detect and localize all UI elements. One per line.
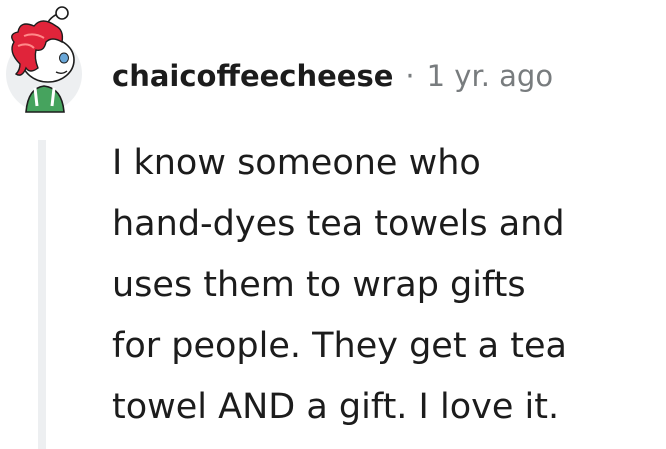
comment-body-line: towel AND a gift. I love it. (112, 387, 560, 427)
snoo-avatar-icon (6, 6, 82, 113)
user-avatar[interactable] (4, 2, 84, 114)
comment-body: I know someone who hand-dyes tea towels … (112, 133, 652, 438)
comment-body-line: hand-dyes tea towels and (112, 204, 565, 244)
thread-collapse-line[interactable] (38, 140, 46, 449)
comment-timestamp[interactable]: 1 yr. ago (427, 59, 553, 93)
comment-author-link[interactable]: chaicoffeecheese (112, 59, 393, 93)
comment-header: chaicoffeecheese · 1 yr. ago (112, 52, 553, 100)
comment-body-line: for people. They get a tea (112, 326, 567, 366)
meta-separator: · (405, 59, 415, 93)
comment-body-line: uses them to wrap gifts (112, 265, 526, 305)
comment-body-line: I know someone who (112, 143, 481, 183)
